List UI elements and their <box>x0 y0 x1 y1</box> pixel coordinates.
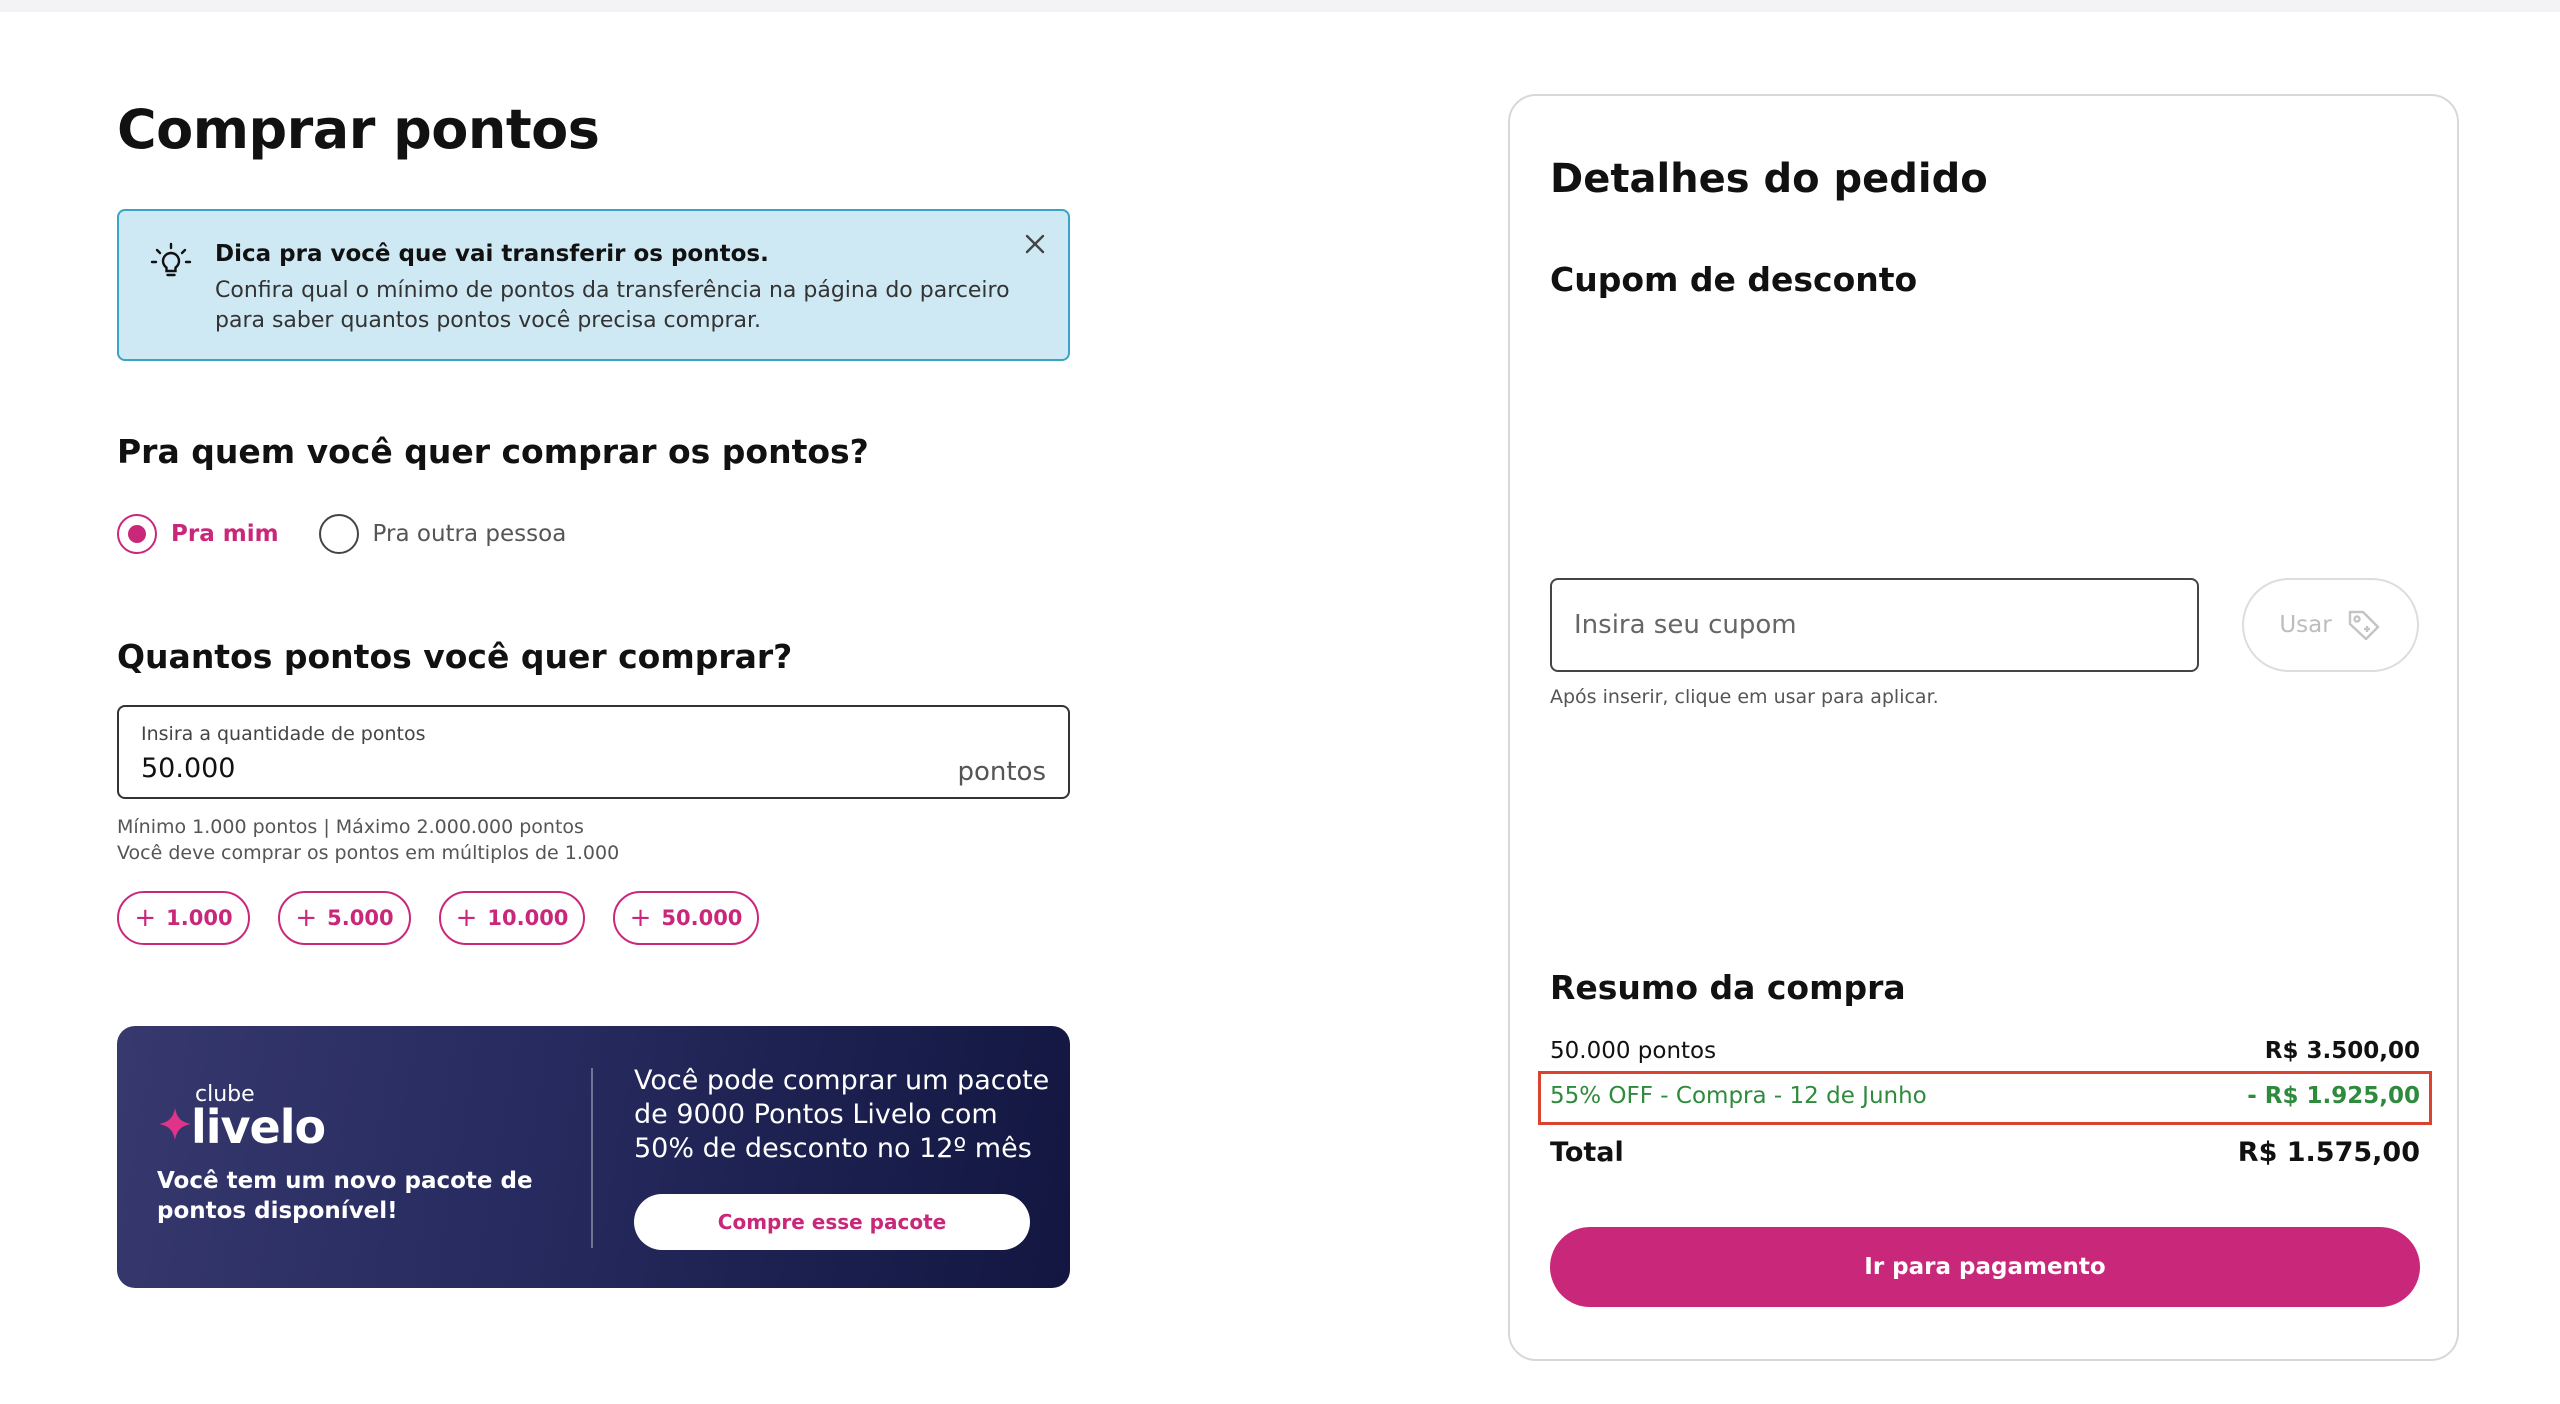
chip-label: 10.000 <box>487 906 569 930</box>
order-title: Detalhes do pedido <box>1550 156 1988 202</box>
livelo-logo-icon <box>159 1108 191 1140</box>
summary-item-value: R$ 3.500,00 <box>2264 1038 2420 1064</box>
points-field-label: Insira a quantidade de pontos <box>141 723 426 745</box>
radio-pra-outra-pessoa[interactable]: Pra outra pessoa <box>318 514 567 554</box>
radio-pra-mim[interactable]: Pra mim <box>117 514 279 554</box>
summary-item-label: 50.000 pontos <box>1550 1038 1717 1064</box>
order-details-panel: Detalhes do pedido Cupom de desconto Usa… <box>1508 94 2459 1361</box>
total-label: Total <box>1550 1137 1624 1168</box>
use-coupon-button[interactable]: Usar <box>2242 578 2419 672</box>
top-bar <box>0 0 2560 12</box>
summary-row-points: 50.000 pontos R$ 3.500,00 <box>1550 1038 2420 1064</box>
radio-circle-selected[interactable] <box>117 514 157 554</box>
summary-row-total: Total R$ 1.575,00 <box>1550 1137 2420 1168</box>
tip-banner: Dica pra você que vai transferir os pont… <box>117 209 1070 361</box>
page-title: Comprar pontos <box>117 98 600 161</box>
total-value: R$ 1.575,00 <box>2237 1137 2420 1168</box>
chip-label: 5.000 <box>327 906 394 930</box>
plus-icon: + <box>134 903 157 933</box>
chip-label: 1.000 <box>166 906 233 930</box>
coupon-title: Cupom de desconto <box>1550 260 1918 299</box>
tag-icon <box>2348 610 2379 641</box>
discount-label: 55% OFF - Compra - 12 de Junho <box>1550 1083 1927 1109</box>
go-to-payment-button[interactable]: Ir para pagamento <box>1550 1227 2420 1307</box>
promo-divider <box>591 1068 593 1248</box>
summary-title: Resumo da compra <box>1550 968 1906 1007</box>
lightbulb-icon <box>150 242 192 277</box>
tip-title: Dica pra você que vai transferir os pont… <box>215 241 769 267</box>
radio-label: Pra mim <box>171 521 279 547</box>
coupon-hint: Após inserir, clique em usar para aplica… <box>1550 686 1939 708</box>
quantity-hint-multiples: Você deve comprar os pontos em múltiplos… <box>117 842 620 864</box>
quantity-hint: Mínimo 1.000 pontos | Máximo 2.000.000 p… <box>117 814 619 866</box>
discount-value: - R$ 1.925,00 <box>2247 1083 2420 1109</box>
tip-text: Confira qual o mínimo de pontos da trans… <box>215 278 1010 333</box>
points-quantity-field[interactable]: Insira a quantidade de pontos pontos <box>117 705 1070 799</box>
quick-add-chips: +1.000 +5.000 +10.000 +50.000 <box>117 891 787 945</box>
chip-label: 50.000 <box>661 906 743 930</box>
add-1000-button[interactable]: +1.000 <box>117 891 250 945</box>
radio-label: Pra outra pessoa <box>372 521 567 547</box>
use-coupon-label: Usar <box>2279 612 2332 638</box>
plus-icon: + <box>295 903 318 933</box>
buy-package-button[interactable]: Compre esse pacote <box>634 1194 1030 1250</box>
close-icon[interactable] <box>1020 229 1050 259</box>
points-quantity-input[interactable] <box>141 753 841 784</box>
plus-icon: + <box>629 903 652 933</box>
add-5000-button[interactable]: +5.000 <box>278 891 411 945</box>
plus-icon: + <box>455 903 478 933</box>
promo-text: Você pode comprar um pacote de 9000 Pont… <box>634 1065 1050 1164</box>
add-10000-button[interactable]: +10.000 <box>439 891 585 945</box>
coupon-input[interactable] <box>1550 578 2199 672</box>
livelo-promo-banner: clube livelo Você tem um novo pacote de … <box>117 1026 1070 1288</box>
recipient-question: Pra quem você quer comprar os pontos? <box>117 432 869 471</box>
livelo-brand: livelo <box>191 1100 326 1154</box>
points-unit: pontos <box>957 757 1046 787</box>
radio-circle[interactable] <box>318 514 359 554</box>
promo-left-text: Você tem um novo pacote de pontos dispon… <box>157 1168 533 1224</box>
summary-row-discount: 55% OFF - Compra - 12 de Junho - R$ 1.92… <box>1550 1072 2420 1120</box>
add-50000-button[interactable]: +50.000 <box>613 891 759 945</box>
quantity-question: Quantos pontos você quer comprar? <box>117 637 793 676</box>
recipient-radio-group: Pra mim Pra outra pessoa <box>117 512 606 556</box>
quantity-hint-limits: Mínimo 1.000 pontos | Máximo 2.000.000 p… <box>117 816 584 838</box>
